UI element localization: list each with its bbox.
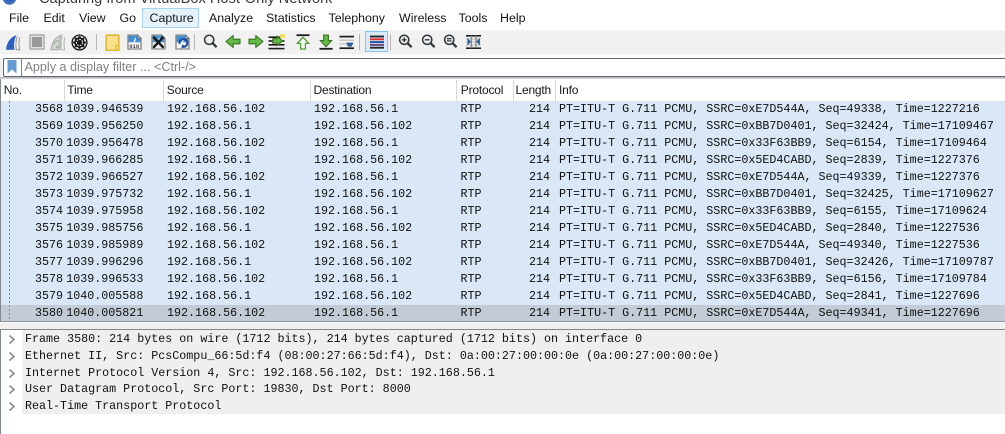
svg-text:010: 010 xyxy=(129,43,140,50)
